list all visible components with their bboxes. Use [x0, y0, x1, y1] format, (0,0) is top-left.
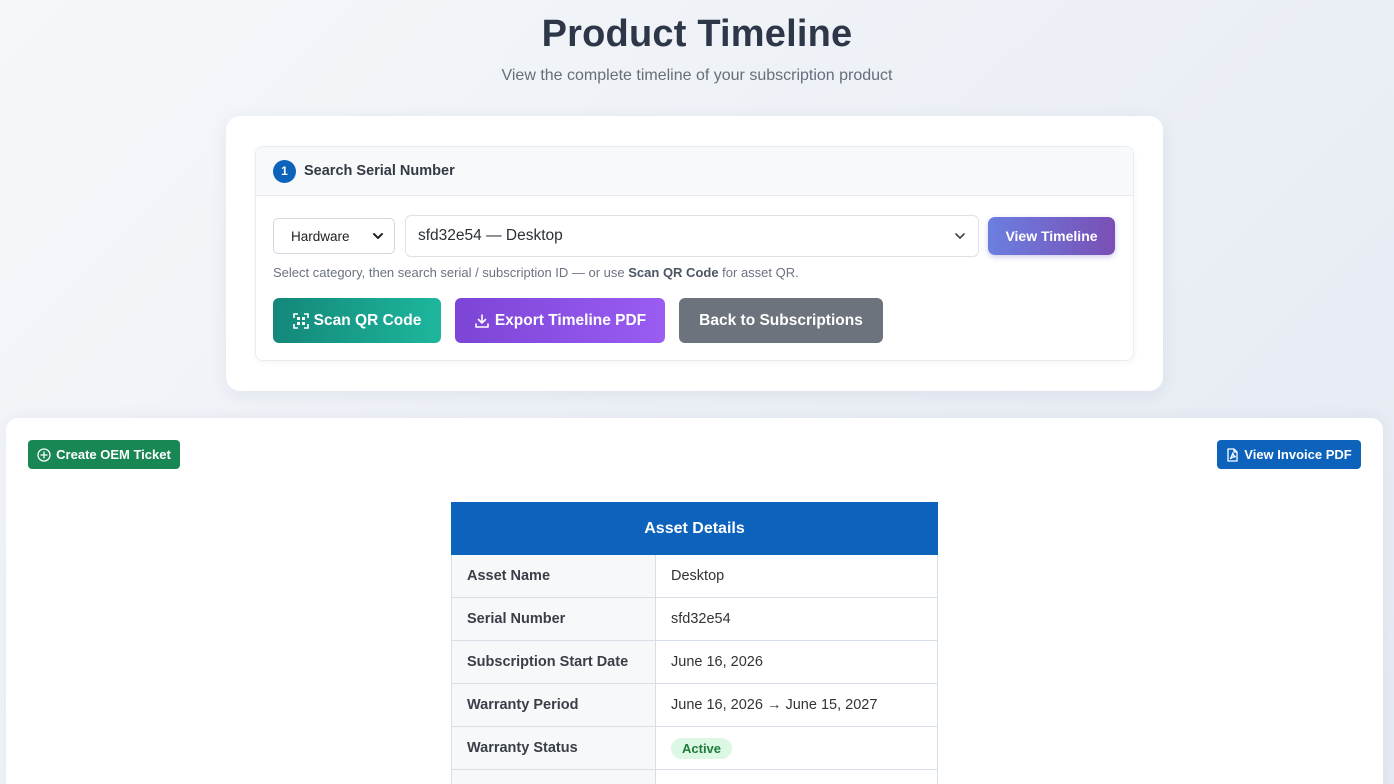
- step-title: Search Serial Number: [304, 163, 455, 179]
- helper-text-prefix: Select category, then search serial / su…: [273, 265, 629, 280]
- asset-details-header-row: Asset Details: [451, 502, 938, 555]
- asset-name-label: Asset Name: [451, 554, 656, 598]
- action-buttons-row: Scan QR Code Export Timeline PDF Back to…: [273, 298, 897, 343]
- subscription-start-label: Subscription Start Date: [451, 640, 656, 684]
- status-badge: Active: [671, 737, 733, 759]
- search-step-panel: 1 Search Serial Number Hardware sfd32e54…: [255, 146, 1134, 361]
- warranty-period-label: Warranty Period: [451, 683, 656, 727]
- serial-select-value: sfd32e54 — Desktop: [418, 227, 563, 244]
- table-row: Subscription Start Date June 16, 2026: [451, 640, 938, 684]
- page-header: Product Timeline View the complete timel…: [0, 0, 1394, 85]
- timeline-content-card: Create OEM Ticket View Invoice PDF Asset…: [6, 418, 1383, 784]
- serial-search-select[interactable]: sfd32e54 — Desktop: [405, 215, 979, 257]
- warranty-period-value: June 16, 2026 → June 15, 2027: [655, 683, 938, 727]
- export-timeline-pdf-button[interactable]: Export Timeline PDF: [455, 298, 665, 343]
- create-oem-ticket-label: Create OEM Ticket: [56, 447, 171, 462]
- view-invoice-pdf-button[interactable]: View Invoice PDF: [1217, 440, 1361, 469]
- subscription-start-value: June 16, 2026: [655, 640, 938, 684]
- plus-circle-icon: [37, 447, 51, 462]
- table-cell: [655, 769, 938, 784]
- page-title: Product Timeline: [541, 13, 853, 55]
- view-timeline-button[interactable]: View Timeline: [988, 217, 1115, 255]
- back-to-subscriptions-button[interactable]: Back to Subscriptions: [679, 298, 883, 343]
- table-row: Serial Number sfd32e54: [451, 597, 938, 641]
- step-header: 1 Search Serial Number: [256, 147, 1133, 196]
- pdf-file-icon: [1227, 447, 1238, 462]
- warranty-status-cell: Active: [655, 726, 938, 770]
- view-invoice-pdf-label: View Invoice PDF: [1244, 447, 1352, 462]
- chevron-down-icon: [372, 230, 384, 242]
- step-number-badge: 1: [273, 159, 296, 183]
- table-row: Warranty Period June 16, 2026 → June 15,…: [451, 683, 938, 727]
- search-row: Hardware sfd32e54 — Desktop View Timelin…: [273, 215, 1115, 257]
- table-row: Asset Name Desktop: [451, 554, 938, 598]
- scan-qr-button[interactable]: Scan QR Code: [273, 298, 441, 343]
- category-select-value: Hardware: [291, 228, 350, 244]
- asset-details-title: Asset Details: [451, 502, 938, 555]
- table-row: Warranty Status Active: [451, 726, 938, 770]
- helper-text-suffix: for asset QR.: [718, 265, 799, 280]
- export-timeline-label: Export Timeline PDF: [494, 311, 647, 329]
- asset-name-value: Desktop: [655, 554, 938, 598]
- page: Product Timeline View the complete timel…: [0, 0, 1394, 784]
- create-oem-ticket-button[interactable]: Create OEM Ticket: [28, 440, 180, 469]
- download-icon: [475, 313, 489, 328]
- chevron-down-icon: [954, 230, 966, 242]
- asset-details-table: Asset Details Asset Name Desktop Serial …: [451, 502, 938, 784]
- category-select[interactable]: Hardware: [273, 218, 395, 254]
- serial-number-value: sfd32e54: [655, 597, 938, 641]
- scan-qr-label: Scan QR Code: [313, 311, 422, 329]
- helper-text-bold: Scan QR Code: [628, 265, 719, 280]
- warranty-status-label: Warranty Status: [451, 726, 656, 770]
- table-cell: [451, 769, 656, 784]
- search-helper-text: Select category, then search serial / su…: [273, 265, 799, 280]
- table-row: [451, 769, 938, 784]
- page-subtitle: View the complete timeline of your subsc…: [501, 67, 893, 84]
- serial-number-label: Serial Number: [451, 597, 656, 641]
- qr-scan-icon: [292, 312, 309, 329]
- search-card: 1 Search Serial Number Hardware sfd32e54…: [226, 116, 1163, 391]
